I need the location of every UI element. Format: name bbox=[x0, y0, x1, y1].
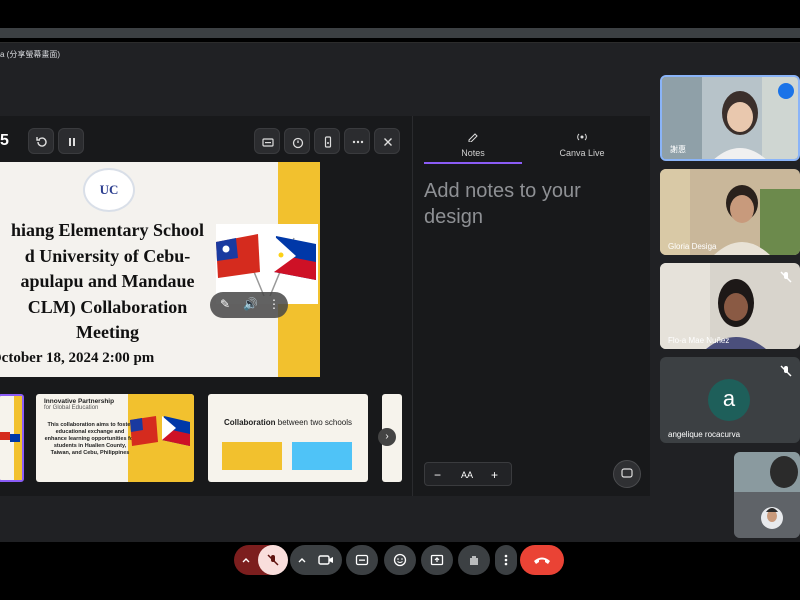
mic-off-icon bbox=[267, 554, 279, 566]
thumb-collab-heading: Collaboration between two schools bbox=[208, 418, 368, 427]
participant-name: angelique rocacurva bbox=[668, 430, 741, 439]
tab-canva-live-label: Canva Live bbox=[559, 148, 605, 158]
more-icon bbox=[504, 554, 508, 566]
timer-button[interactable] bbox=[284, 128, 310, 154]
participant-tile-3[interactable]: Flo-a Mae Nuñez bbox=[660, 263, 800, 349]
media-controls: ✎ 🔊 ⋮ bbox=[210, 292, 288, 318]
raise-hand-icon bbox=[470, 556, 478, 565]
speaking-indicator-icon bbox=[778, 83, 794, 99]
present-button[interactable] bbox=[421, 545, 453, 575]
more-icon[interactable]: ⋮ bbox=[268, 297, 280, 311]
slide-number: 5 bbox=[0, 132, 9, 149]
participant-tile-1[interactable]: 謝惠 bbox=[660, 75, 800, 161]
camera-icon[interactable] bbox=[318, 553, 334, 567]
more-button[interactable] bbox=[344, 128, 370, 154]
participant-name: Flo-a Mae Nuñez bbox=[668, 336, 730, 345]
pause-icon bbox=[69, 138, 75, 146]
title-line: d University of Cebu- bbox=[24, 245, 191, 266]
thumb-heading-rest: between two schools bbox=[275, 418, 353, 427]
mic-toggle-button[interactable] bbox=[258, 545, 288, 575]
thumb-flag-icon bbox=[0, 432, 20, 442]
text-size-increase-button[interactable]: + bbox=[491, 468, 498, 482]
self-video bbox=[734, 452, 800, 538]
thumb-box-left bbox=[222, 442, 282, 470]
broadcast-icon bbox=[577, 133, 587, 141]
speech-bubble-icon bbox=[621, 468, 633, 478]
thumbnail-slide-3[interactable]: Collaboration between two schools bbox=[208, 394, 368, 482]
more-options-button[interactable] bbox=[495, 545, 517, 575]
notes-textarea[interactable]: Add notes to your design bbox=[424, 178, 624, 230]
pause-button[interactable] bbox=[58, 128, 84, 154]
text-size-decrease-button[interactable]: − bbox=[434, 468, 441, 482]
camera-control-group bbox=[290, 545, 342, 575]
captions-icon bbox=[262, 138, 274, 147]
meeting-screen: a (分享螢幕畫面) 5 UC hiang Elementary School … bbox=[0, 0, 800, 600]
current-slide: UC hiang Elementary School d University … bbox=[0, 162, 320, 377]
pin-icon[interactable]: ✎ bbox=[220, 297, 230, 311]
raise-hand-button[interactable] bbox=[458, 545, 490, 575]
thumb-flags-icon bbox=[130, 416, 190, 446]
captions-icon bbox=[355, 554, 369, 566]
emoji-icon bbox=[393, 553, 407, 567]
tab-notes-label: Notes bbox=[461, 148, 485, 158]
thumb-subheading: for Global Education bbox=[44, 405, 99, 411]
slide-thumbnails: Innovative Partnership for Global Educat… bbox=[0, 390, 412, 486]
tab-notes[interactable]: Notes bbox=[424, 130, 522, 164]
emoji-button[interactable] bbox=[384, 545, 416, 575]
thumbnail-next-arrow[interactable]: › bbox=[378, 428, 396, 446]
mic-muted-icon bbox=[780, 271, 792, 283]
notes-panel: Notes Canva Live Add notes to your desig… bbox=[412, 116, 650, 496]
share-bar-label: a (分享螢幕畫面) bbox=[0, 50, 60, 59]
end-call-button[interactable] bbox=[520, 545, 564, 575]
remote-icon bbox=[324, 136, 332, 148]
participant-tile-2[interactable]: Gloria Desiga bbox=[660, 169, 800, 255]
slide-title: hiang Elementary School d University of … bbox=[0, 218, 245, 346]
thumb-heading-bold: Collaboration bbox=[223, 418, 276, 427]
thumb-heading: Innovative Partnership bbox=[44, 398, 115, 405]
slide-date: October 18, 2024 2:00 pm bbox=[0, 350, 155, 366]
feedback-button[interactable] bbox=[613, 460, 641, 488]
title-line: CLM) Collaboration bbox=[27, 296, 188, 317]
browser-top-strip bbox=[0, 28, 800, 38]
captions-button[interactable] bbox=[346, 545, 378, 575]
chevron-up-icon[interactable] bbox=[241, 555, 251, 565]
thumbnail-slide-2[interactable]: Innovative Partnership for Global Educat… bbox=[36, 394, 194, 482]
volume-icon[interactable]: 🔊 bbox=[243, 297, 258, 311]
title-line: hiang Elementary School bbox=[10, 220, 204, 240]
university-logo: UC bbox=[83, 168, 135, 212]
screen-share-bar: a (分享螢幕畫面) bbox=[0, 42, 800, 66]
participant-name: 謝惠 bbox=[670, 145, 686, 154]
thumb-box-right bbox=[292, 442, 352, 470]
title-line: Meeting bbox=[76, 322, 139, 342]
notes-icon bbox=[468, 133, 478, 142]
history-button[interactable] bbox=[28, 128, 54, 154]
thumbnail-slide-1[interactable] bbox=[0, 394, 24, 482]
logo-text: UC bbox=[99, 182, 119, 197]
remote-button[interactable] bbox=[314, 128, 340, 154]
mic-muted-icon bbox=[780, 365, 792, 377]
close-icon bbox=[384, 138, 392, 146]
mic-control-group bbox=[234, 545, 288, 575]
tab-canva-live[interactable]: Canva Live bbox=[533, 130, 631, 164]
history-icon bbox=[36, 137, 47, 147]
text-size-label: AA bbox=[461, 470, 474, 480]
title-line: apulapu and Mandaue bbox=[20, 271, 195, 291]
chevron-up-icon[interactable] bbox=[297, 555, 307, 565]
captions-button[interactable] bbox=[254, 128, 280, 154]
participant-name: Gloria Desiga bbox=[668, 242, 717, 251]
participant-tile-4[interactable]: a angelique rocacurva bbox=[660, 357, 800, 443]
call-controls bbox=[0, 545, 800, 579]
text-size-control: − AA + bbox=[424, 462, 512, 486]
timer-icon bbox=[292, 137, 304, 149]
more-icon bbox=[352, 140, 364, 144]
present-icon bbox=[430, 554, 444, 566]
participant-avatar: a bbox=[708, 379, 750, 421]
close-button[interactable] bbox=[374, 128, 400, 154]
end-call-icon bbox=[534, 557, 550, 564]
presenter-toolbar: 5 bbox=[0, 128, 412, 154]
self-view-tile[interactable] bbox=[734, 452, 800, 538]
thumb-body: This collaboration aims to foster educat… bbox=[44, 422, 136, 456]
